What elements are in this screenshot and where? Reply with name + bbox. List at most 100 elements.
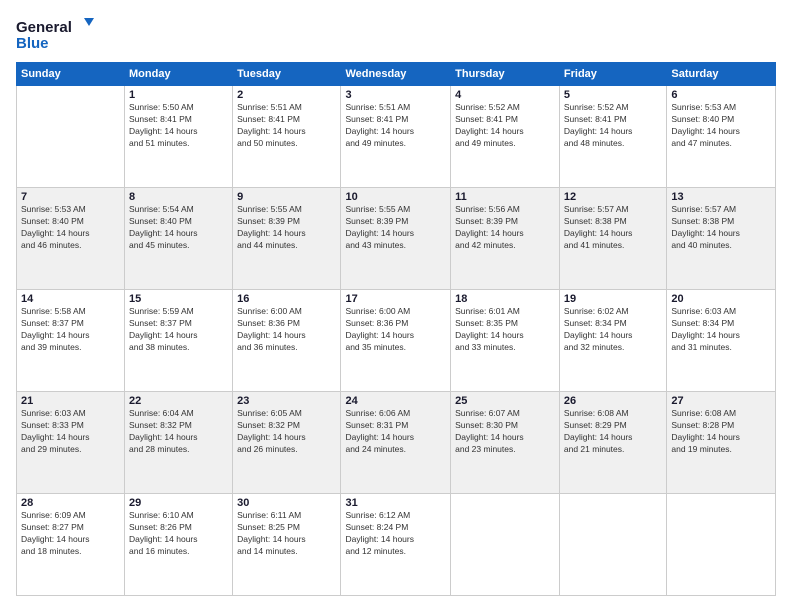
header-friday: Friday	[559, 63, 666, 86]
calendar-cell: 5Sunrise: 5:52 AM Sunset: 8:41 PM Daylig…	[559, 86, 666, 188]
day-number: 24	[345, 395, 446, 407]
day-info: Sunrise: 5:55 AM Sunset: 8:39 PM Dayligh…	[237, 204, 336, 252]
calendar-week-row: 7Sunrise: 5:53 AM Sunset: 8:40 PM Daylig…	[17, 188, 776, 290]
day-info: Sunrise: 6:11 AM Sunset: 8:25 PM Dayligh…	[237, 510, 336, 558]
day-number: 2	[237, 89, 336, 101]
day-info: Sunrise: 6:08 AM Sunset: 8:28 PM Dayligh…	[671, 408, 771, 456]
day-info: Sunrise: 6:03 AM Sunset: 8:34 PM Dayligh…	[671, 306, 771, 354]
day-number: 29	[129, 497, 228, 509]
header-sunday: Sunday	[17, 63, 125, 86]
calendar-cell: 24Sunrise: 6:06 AM Sunset: 8:31 PM Dayli…	[341, 392, 451, 494]
day-number: 26	[564, 395, 662, 407]
day-info: Sunrise: 6:04 AM Sunset: 8:32 PM Dayligh…	[129, 408, 228, 456]
calendar-week-row: 28Sunrise: 6:09 AM Sunset: 8:27 PM Dayli…	[17, 494, 776, 596]
day-info: Sunrise: 6:02 AM Sunset: 8:34 PM Dayligh…	[564, 306, 662, 354]
day-info: Sunrise: 6:12 AM Sunset: 8:24 PM Dayligh…	[345, 510, 446, 558]
day-info: Sunrise: 5:50 AM Sunset: 8:41 PM Dayligh…	[129, 102, 228, 150]
day-number: 25	[455, 395, 555, 407]
header: General Blue	[16, 16, 776, 52]
header-thursday: Thursday	[451, 63, 560, 86]
calendar-cell	[667, 494, 776, 596]
day-number: 16	[237, 293, 336, 305]
day-number: 15	[129, 293, 228, 305]
calendar-cell: 2Sunrise: 5:51 AM Sunset: 8:41 PM Daylig…	[233, 86, 341, 188]
day-info: Sunrise: 5:52 AM Sunset: 8:41 PM Dayligh…	[455, 102, 555, 150]
day-info: Sunrise: 5:51 AM Sunset: 8:41 PM Dayligh…	[237, 102, 336, 150]
calendar-week-row: 21Sunrise: 6:03 AM Sunset: 8:33 PM Dayli…	[17, 392, 776, 494]
calendar-cell: 12Sunrise: 5:57 AM Sunset: 8:38 PM Dayli…	[559, 188, 666, 290]
day-number: 4	[455, 89, 555, 101]
calendar-cell: 4Sunrise: 5:52 AM Sunset: 8:41 PM Daylig…	[451, 86, 560, 188]
day-number: 21	[21, 395, 120, 407]
day-number: 13	[671, 191, 771, 203]
day-number: 20	[671, 293, 771, 305]
calendar-cell: 11Sunrise: 5:56 AM Sunset: 8:39 PM Dayli…	[451, 188, 560, 290]
calendar-cell	[559, 494, 666, 596]
calendar-cell: 28Sunrise: 6:09 AM Sunset: 8:27 PM Dayli…	[17, 494, 125, 596]
day-info: Sunrise: 5:57 AM Sunset: 8:38 PM Dayligh…	[671, 204, 771, 252]
calendar-cell: 21Sunrise: 6:03 AM Sunset: 8:33 PM Dayli…	[17, 392, 125, 494]
calendar-cell: 14Sunrise: 5:58 AM Sunset: 8:37 PM Dayli…	[17, 290, 125, 392]
day-number: 22	[129, 395, 228, 407]
calendar-cell: 30Sunrise: 6:11 AM Sunset: 8:25 PM Dayli…	[233, 494, 341, 596]
calendar-cell: 6Sunrise: 5:53 AM Sunset: 8:40 PM Daylig…	[667, 86, 776, 188]
day-info: Sunrise: 5:51 AM Sunset: 8:41 PM Dayligh…	[345, 102, 446, 150]
calendar-cell: 26Sunrise: 6:08 AM Sunset: 8:29 PM Dayli…	[559, 392, 666, 494]
day-info: Sunrise: 6:06 AM Sunset: 8:31 PM Dayligh…	[345, 408, 446, 456]
day-number: 18	[455, 293, 555, 305]
day-number: 27	[671, 395, 771, 407]
day-info: Sunrise: 5:55 AM Sunset: 8:39 PM Dayligh…	[345, 204, 446, 252]
calendar-cell: 22Sunrise: 6:04 AM Sunset: 8:32 PM Dayli…	[125, 392, 233, 494]
weekday-header-row: Sunday Monday Tuesday Wednesday Thursday…	[17, 63, 776, 86]
day-info: Sunrise: 6:05 AM Sunset: 8:32 PM Dayligh…	[237, 408, 336, 456]
day-number: 12	[564, 191, 662, 203]
calendar-table: Sunday Monday Tuesday Wednesday Thursday…	[16, 62, 776, 596]
day-info: Sunrise: 5:57 AM Sunset: 8:38 PM Dayligh…	[564, 204, 662, 252]
calendar-cell: 9Sunrise: 5:55 AM Sunset: 8:39 PM Daylig…	[233, 188, 341, 290]
calendar-cell	[17, 86, 125, 188]
calendar-cell: 17Sunrise: 6:00 AM Sunset: 8:36 PM Dayli…	[341, 290, 451, 392]
day-number: 19	[564, 293, 662, 305]
day-info: Sunrise: 6:09 AM Sunset: 8:27 PM Dayligh…	[21, 510, 120, 558]
day-info: Sunrise: 6:01 AM Sunset: 8:35 PM Dayligh…	[455, 306, 555, 354]
header-saturday: Saturday	[667, 63, 776, 86]
calendar-cell: 19Sunrise: 6:02 AM Sunset: 8:34 PM Dayli…	[559, 290, 666, 392]
calendar-cell: 31Sunrise: 6:12 AM Sunset: 8:24 PM Dayli…	[341, 494, 451, 596]
calendar-cell: 3Sunrise: 5:51 AM Sunset: 8:41 PM Daylig…	[341, 86, 451, 188]
day-info: Sunrise: 5:53 AM Sunset: 8:40 PM Dayligh…	[21, 204, 120, 252]
day-number: 17	[345, 293, 446, 305]
day-number: 10	[345, 191, 446, 203]
day-info: Sunrise: 5:58 AM Sunset: 8:37 PM Dayligh…	[21, 306, 120, 354]
calendar-cell: 27Sunrise: 6:08 AM Sunset: 8:28 PM Dayli…	[667, 392, 776, 494]
calendar-cell: 16Sunrise: 6:00 AM Sunset: 8:36 PM Dayli…	[233, 290, 341, 392]
day-number: 1	[129, 89, 228, 101]
calendar-cell: 8Sunrise: 5:54 AM Sunset: 8:40 PM Daylig…	[125, 188, 233, 290]
calendar-cell: 18Sunrise: 6:01 AM Sunset: 8:35 PM Dayli…	[451, 290, 560, 392]
calendar-cell: 1Sunrise: 5:50 AM Sunset: 8:41 PM Daylig…	[125, 86, 233, 188]
day-info: Sunrise: 6:00 AM Sunset: 8:36 PM Dayligh…	[345, 306, 446, 354]
header-monday: Monday	[125, 63, 233, 86]
calendar-cell: 15Sunrise: 5:59 AM Sunset: 8:37 PM Dayli…	[125, 290, 233, 392]
calendar-week-row: 14Sunrise: 5:58 AM Sunset: 8:37 PM Dayli…	[17, 290, 776, 392]
day-number: 11	[455, 191, 555, 203]
day-number: 7	[21, 191, 120, 203]
calendar-week-row: 1Sunrise: 5:50 AM Sunset: 8:41 PM Daylig…	[17, 86, 776, 188]
day-info: Sunrise: 5:56 AM Sunset: 8:39 PM Dayligh…	[455, 204, 555, 252]
day-number: 6	[671, 89, 771, 101]
logo-svg: General Blue	[16, 16, 96, 52]
day-info: Sunrise: 5:53 AM Sunset: 8:40 PM Dayligh…	[671, 102, 771, 150]
calendar-cell: 10Sunrise: 5:55 AM Sunset: 8:39 PM Dayli…	[341, 188, 451, 290]
svg-text:Blue: Blue	[16, 35, 49, 52]
day-info: Sunrise: 6:08 AM Sunset: 8:29 PM Dayligh…	[564, 408, 662, 456]
calendar-cell: 7Sunrise: 5:53 AM Sunset: 8:40 PM Daylig…	[17, 188, 125, 290]
day-info: Sunrise: 5:54 AM Sunset: 8:40 PM Dayligh…	[129, 204, 228, 252]
day-number: 8	[129, 191, 228, 203]
logo: General Blue	[16, 16, 96, 52]
day-number: 9	[237, 191, 336, 203]
day-number: 30	[237, 497, 336, 509]
day-info: Sunrise: 5:59 AM Sunset: 8:37 PM Dayligh…	[129, 306, 228, 354]
header-wednesday: Wednesday	[341, 63, 451, 86]
header-tuesday: Tuesday	[233, 63, 341, 86]
day-info: Sunrise: 5:52 AM Sunset: 8:41 PM Dayligh…	[564, 102, 662, 150]
day-number: 3	[345, 89, 446, 101]
